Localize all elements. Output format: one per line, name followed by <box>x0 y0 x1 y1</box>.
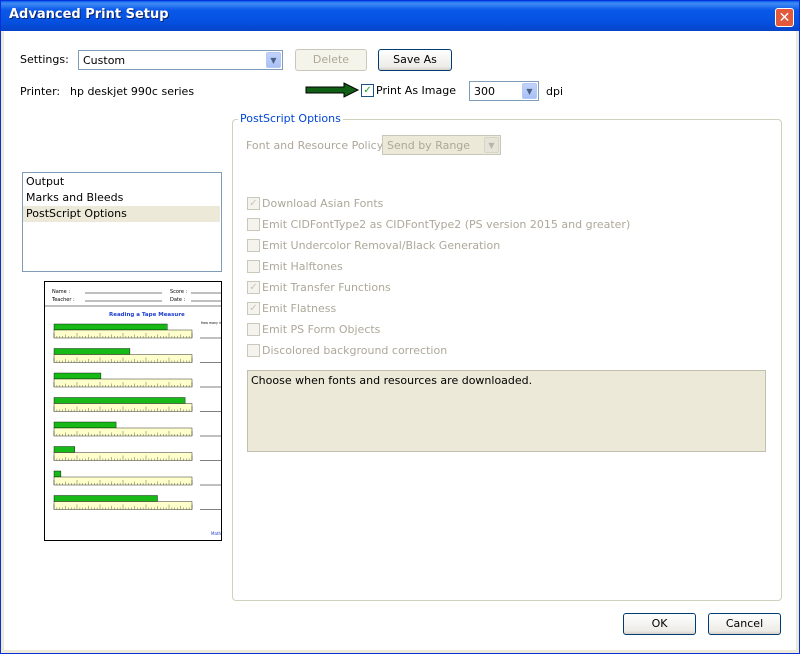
option-label: Discolored background correction <box>262 344 448 357</box>
option-checkbox[interactable] <box>247 344 260 357</box>
option-label: Emit Flatness <box>262 302 337 315</box>
chevron-down-icon: ▼ <box>484 137 499 153</box>
settings-value: Custom <box>83 54 126 67</box>
preview-name-label: Name : <box>52 289 70 295</box>
window-title: Advanced Print Setup <box>9 7 169 22</box>
option-label: Emit Halftones <box>262 260 343 273</box>
dpi-unit-label: dpi <box>546 85 564 98</box>
option-label: Emit CIDFontType2 as CIDFontType2 (PS ve… <box>262 218 631 231</box>
option-checkbox[interactable] <box>247 323 260 336</box>
description-box: Choose when fonts and resources are down… <box>247 370 766 452</box>
arrow-pointer-icon <box>305 82 360 98</box>
font-policy-select[interactable]: Send by Range ▼ <box>382 135 501 155</box>
chevron-down-icon: ▼ <box>522 83 537 99</box>
checkmark-icon: ✓ <box>249 198 258 209</box>
preview-worksheet-title: Reading a Tape Measure <box>109 312 185 318</box>
option-label: Emit Transfer Functions <box>262 281 391 294</box>
close-button[interactable]: ✕ <box>775 8 794 27</box>
save-as-button[interactable]: Save As <box>378 49 452 71</box>
settings-label: Settings: <box>20 53 69 66</box>
option-checkbox[interactable] <box>247 218 260 231</box>
print-as-image-checkbox[interactable]: ✓ <box>361 84 374 97</box>
option-checkbox[interactable]: ✓ <box>247 302 260 315</box>
preview-measure-bar <box>53 348 131 355</box>
font-policy-value: Send by Range <box>387 139 471 152</box>
dpi-select[interactable]: 300 ▼ <box>469 81 539 101</box>
preview-measure-bar <box>53 446 75 453</box>
preview-measures <box>53 323 221 510</box>
option-checkbox[interactable] <box>247 260 260 273</box>
option-label: Download Asian Fonts <box>262 197 384 210</box>
dialog-body: Settings: Custom ▼ Delete Save As Printe… <box>4 31 796 650</box>
option-label: Emit PS Form Objects <box>262 323 381 336</box>
option-checkbox[interactable]: ✓ <box>247 197 260 210</box>
chevron-down-icon: ▼ <box>266 52 281 68</box>
checkmark-icon: ✓ <box>249 303 258 314</box>
delete-button[interactable]: Delete <box>295 49 367 71</box>
section-item-postscript-options[interactable]: PostScript Options <box>23 206 220 222</box>
dpi-value: 300 <box>474 85 495 98</box>
preview-measure-bar <box>53 372 102 380</box>
option-checkbox[interactable]: ✓ <box>247 281 260 294</box>
preview-measure-bar <box>53 470 62 478</box>
postscript-group-title: PostScript Options <box>238 112 343 125</box>
print-as-image-label: Print As Image <box>376 84 457 97</box>
preview-measure-bar <box>53 397 186 404</box>
close-icon: ✕ <box>778 10 791 26</box>
page-preview: Name : Score : Teacher : Date : Reading … <box>44 281 222 541</box>
printer-name: hp deskjet 990c series <box>70 85 195 98</box>
checkmark-icon: ✓ <box>363 85 372 96</box>
preview-question-label: How many in <box>201 321 222 325</box>
checkmark-icon: ✓ <box>249 282 258 293</box>
preview-measure-bar <box>53 495 158 502</box>
preview-measure-bar <box>53 421 117 429</box>
postscript-options-group <box>232 119 782 601</box>
preview-footer-text: Math <box>211 531 221 536</box>
preview-date-label: Date : <box>170 297 186 303</box>
section-item-marks-and-bleeds[interactable]: Marks and Bleeds <box>23 190 220 206</box>
font-policy-label: Font and Resource Policy: <box>246 139 387 152</box>
section-list[interactable]: Output Marks and Bleeds PostScript Optio… <box>22 172 222 272</box>
cancel-button[interactable]: Cancel <box>708 613 781 635</box>
dialog-window: Advanced Print Setup ✕ Settings: Custom … <box>0 0 800 654</box>
settings-select[interactable]: Custom ▼ <box>78 50 283 70</box>
title-bar[interactable]: Advanced Print Setup ✕ <box>1 1 799 31</box>
option-checkbox[interactable] <box>247 239 260 252</box>
preview-score-label: Score : <box>170 289 188 295</box>
section-item-output[interactable]: Output <box>23 174 220 190</box>
option-label: Emit Undercolor Removal/Black Generation <box>262 239 501 252</box>
ok-button[interactable]: OK <box>623 613 696 635</box>
printer-label: Printer: <box>20 85 61 98</box>
preview-teacher-label: Teacher : <box>51 297 75 303</box>
worksheet-preview: Name : Score : Teacher : Date : Reading … <box>45 289 222 536</box>
preview-measure-bar <box>53 323 168 331</box>
